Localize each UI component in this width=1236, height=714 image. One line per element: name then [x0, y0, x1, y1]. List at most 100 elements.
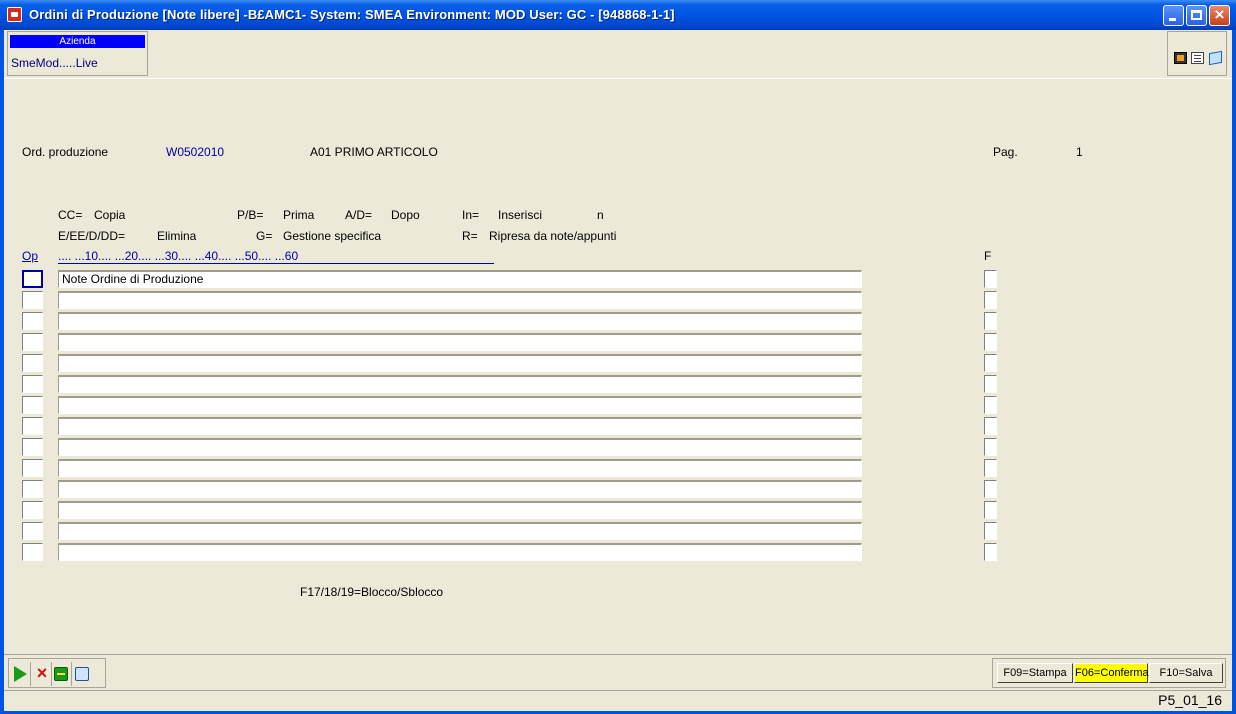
footer-hint: F17/18/19=Blocco/Sblocco	[300, 585, 444, 599]
page-label: Pag.	[993, 145, 1018, 159]
legend-code-resume: R=	[462, 229, 478, 243]
help-book-icon[interactable]	[1209, 50, 1222, 66]
note-input[interactable]	[58, 333, 862, 351]
f-flag-input[interactable]	[984, 459, 997, 477]
f-flag-input[interactable]	[984, 501, 997, 519]
maximize-button[interactable]	[1186, 5, 1207, 26]
f-flag-input[interactable]	[984, 522, 997, 540]
note-input[interactable]	[58, 417, 862, 435]
legend-code-after: A/D=	[345, 208, 373, 222]
minimize-icon	[1169, 18, 1176, 21]
note-input[interactable]: Note Ordine di Produzione	[58, 270, 862, 288]
note-input[interactable]	[58, 501, 862, 519]
f-flag-input[interactable]	[984, 543, 997, 561]
divider	[71, 662, 72, 686]
legend-code-before: P/B=	[237, 208, 264, 222]
op-column-header[interactable]: Op	[22, 249, 38, 263]
program-code: P5_01_16	[1158, 692, 1222, 708]
legend-text-insert: Inserisci	[498, 208, 543, 222]
f-flag-input[interactable]	[984, 333, 997, 351]
company-value: SmeMod.....Live	[11, 56, 98, 70]
minimize-button[interactable]	[1163, 5, 1184, 26]
column-ruler: .... ...10.... ...20.... ...30.... ...40…	[58, 249, 494, 264]
note-input[interactable]	[58, 543, 862, 561]
status-bar: P5_01_16	[4, 690, 1232, 711]
op-input[interactable]	[22, 417, 43, 435]
note-input[interactable]	[58, 396, 862, 414]
header-separator	[4, 78, 1232, 79]
document-icon[interactable]	[1191, 52, 1204, 64]
f-flag-input[interactable]	[984, 354, 997, 372]
divider	[51, 662, 52, 686]
f10-save-button[interactable]: F10=Salva	[1149, 663, 1223, 683]
order-label: Ord. produzione	[22, 145, 109, 159]
legend-text-resume: Ripresa da note/appunti	[489, 229, 617, 243]
legend-text-before: Prima	[283, 208, 315, 222]
monitor-icon[interactable]	[1174, 52, 1187, 64]
op-input[interactable]	[22, 270, 43, 288]
run-icon[interactable]	[14, 666, 27, 682]
legend-text-copy: Copia	[94, 208, 126, 222]
toolbar-icons	[1167, 31, 1227, 76]
note-input[interactable]	[58, 480, 862, 498]
f06-confirm-button[interactable]: F06=Conferma	[1074, 663, 1149, 683]
op-input[interactable]	[22, 522, 43, 540]
f-flag-input[interactable]	[984, 312, 997, 330]
note-input[interactable]	[58, 291, 862, 309]
note-input[interactable]	[58, 354, 862, 372]
back-icon[interactable]	[54, 667, 68, 681]
cancel-icon[interactable]: ×	[34, 664, 50, 682]
note-input[interactable]	[58, 438, 862, 456]
op-input[interactable]	[22, 438, 43, 456]
f-flag-input[interactable]	[984, 438, 997, 456]
op-input[interactable]	[22, 396, 43, 414]
window-title: Ordini di Produzione [Note libere] -B£AM…	[29, 7, 675, 22]
op-input[interactable]	[22, 543, 43, 561]
f09-print-button[interactable]: F09=Stampa	[997, 663, 1073, 683]
f-flag-input[interactable]	[984, 270, 997, 288]
maximize-icon	[1191, 10, 1202, 20]
company-panel[interactable]: Azienda SmeMod.....Live	[7, 31, 148, 76]
window-icon[interactable]	[75, 667, 89, 681]
f-flag-input[interactable]	[984, 480, 997, 498]
close-button[interactable]: ×	[1209, 5, 1230, 26]
f-flag-input[interactable]	[984, 396, 997, 414]
app-icon[interactable]	[7, 7, 22, 22]
note-input[interactable]	[58, 522, 862, 540]
title-bar[interactable]: Ordini di Produzione [Note libere] -B£AM…	[0, 0, 1236, 30]
op-input[interactable]	[22, 312, 43, 330]
op-input[interactable]	[22, 480, 43, 498]
application-window: Ordini di Produzione [Note libere] -B£AM…	[0, 0, 1236, 714]
f-flag-input[interactable]	[984, 417, 997, 435]
legend-code-delete: E/EE/D/DD=	[58, 229, 126, 243]
f-flag-input[interactable]	[984, 291, 997, 309]
f-flag-input[interactable]	[984, 375, 997, 393]
divider	[30, 662, 31, 686]
legend-code-specific: G=	[256, 229, 273, 243]
f-column-header: F	[984, 249, 992, 263]
legend-text-delete: Elimina	[157, 229, 197, 243]
op-input[interactable]	[22, 333, 43, 351]
op-input[interactable]	[22, 375, 43, 393]
article-description: A01 PRIMO ARTICOLO	[310, 145, 438, 159]
bottom-bar: × F09=Stampa F06=Conferma F10=Salva	[4, 654, 1232, 691]
client-area: Azienda SmeMod.....Live Ord. produzione …	[4, 30, 1232, 711]
company-header: Azienda	[10, 35, 145, 48]
legend-text-n: n	[597, 208, 604, 222]
close-icon: ×	[1214, 5, 1225, 24]
function-keys: F09=Stampa F06=Conferma F10=Salva	[992, 658, 1226, 688]
op-input[interactable]	[22, 354, 43, 372]
legend-code-copy: CC=	[58, 208, 83, 222]
op-input[interactable]	[22, 459, 43, 477]
op-input[interactable]	[22, 501, 43, 519]
action-buttons: ×	[8, 658, 106, 688]
op-input[interactable]	[22, 291, 43, 309]
legend-text-after: Dopo	[391, 208, 420, 222]
note-input[interactable]	[58, 312, 862, 330]
page-number: 1	[1076, 145, 1083, 159]
legend-text-specific: Gestione specifica	[283, 229, 382, 243]
order-value: W0502010	[166, 145, 225, 159]
note-input[interactable]	[58, 375, 862, 393]
legend-code-insert: In=	[462, 208, 480, 222]
note-input[interactable]	[58, 459, 862, 477]
